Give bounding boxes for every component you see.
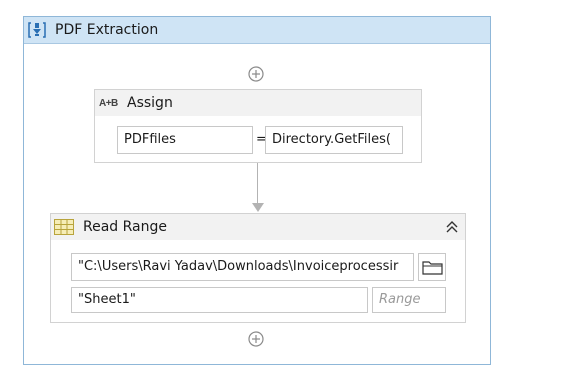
sequence-container[interactable]: PDF Extraction A+B Assign PDFfiles = Dir… (23, 16, 491, 365)
add-activity-top-icon[interactable] (248, 66, 264, 82)
assign-icon: A+B (99, 98, 118, 109)
sheet-name-field[interactable]: "Sheet1" (71, 287, 368, 313)
sequence-icon (28, 22, 46, 38)
sequence-header[interactable]: PDF Extraction (24, 17, 490, 44)
collapse-chevron-icon[interactable] (445, 220, 459, 234)
excel-icon (54, 219, 74, 235)
assign-value-field[interactable]: Directory.GetFiles( (265, 126, 403, 154)
workbook-path-field[interactable]: "C:\Users\Ravi Yadav\Downloads\Invoicepr… (71, 253, 414, 281)
read-range-title: Read Range (83, 219, 167, 235)
browse-folder-button[interactable] (418, 253, 446, 281)
read-range-header[interactable]: Read Range (51, 214, 465, 240)
sequence-title: PDF Extraction (55, 22, 159, 38)
folder-icon (422, 261, 443, 275)
flow-connector (257, 163, 258, 203)
add-activity-bottom-icon[interactable] (248, 331, 264, 347)
assign-header[interactable]: A+B Assign (95, 90, 421, 116)
flow-arrow-icon (252, 203, 264, 212)
assign-activity[interactable]: A+B Assign PDFfiles = Directory.GetFiles… (94, 89, 422, 163)
read-range-activity[interactable]: Read Range "C:\Users\Ravi Yadav\Download… (50, 213, 466, 323)
range-field[interactable]: Range (372, 287, 446, 313)
assign-to-field[interactable]: PDFfiles (117, 126, 253, 154)
assign-title: Assign (127, 95, 173, 111)
